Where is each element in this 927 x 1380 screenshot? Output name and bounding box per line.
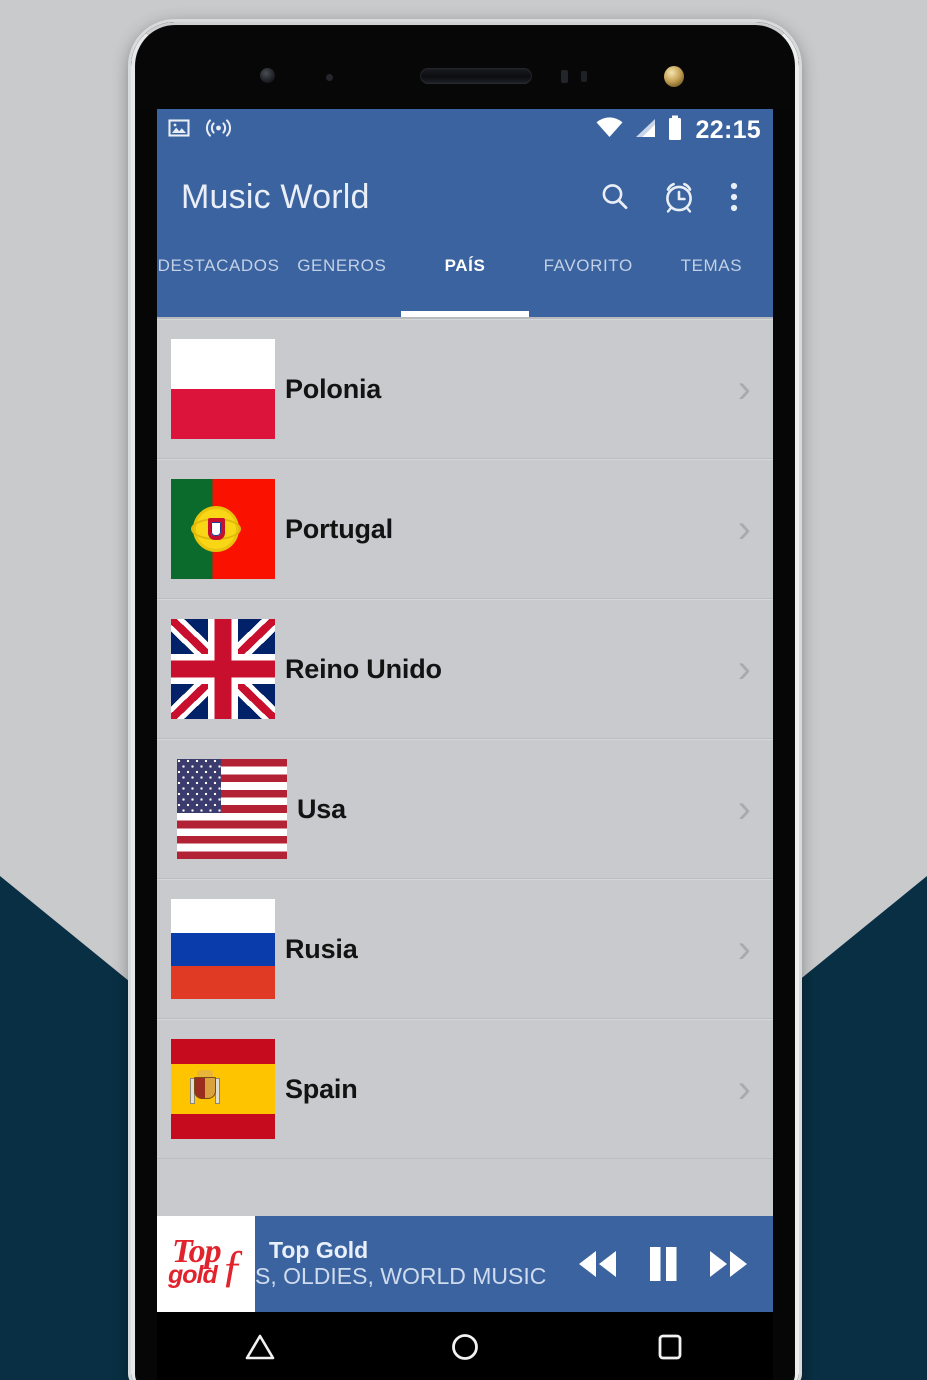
flag-portugal-icon xyxy=(171,479,275,579)
list-item[interactable]: Reino Unido › xyxy=(157,599,773,739)
country-name: Spain xyxy=(285,1073,358,1104)
signal-icon xyxy=(633,116,658,145)
player-station-title: Top Gold xyxy=(269,1236,369,1263)
status-bar-right-icons: 22:15 xyxy=(595,115,761,146)
player-bar[interactable]: Top gold ƒ Top Gold S, OLDIES, WORLD MUS… xyxy=(157,1216,773,1312)
chevron-right-icon: › xyxy=(737,507,751,551)
app-bar: Music World xyxy=(157,151,773,243)
next-button[interactable] xyxy=(703,1245,755,1283)
list-item[interactable]: Spain › xyxy=(157,1019,773,1159)
player-controls xyxy=(571,1243,773,1285)
station-logo-line2: gold xyxy=(168,1261,218,1289)
app-title: Music World xyxy=(181,177,370,216)
flag-poland-icon xyxy=(171,339,275,439)
tab-bar: DESTACADOS GENEROS PAÍS FAVORITO TEMAS xyxy=(157,243,773,317)
flag-united-kingdom-icon xyxy=(171,619,275,719)
phone-device-frame: 22:15 Music World DESTACADOS GENEROS PAÍ… xyxy=(131,22,799,1380)
flag-spain-icon xyxy=(171,1039,275,1139)
status-bar-clock: 22:15 xyxy=(695,115,761,144)
image-icon xyxy=(167,116,191,145)
flag-russia-icon xyxy=(171,899,275,999)
led-indicator-icon xyxy=(581,71,587,82)
alarm-icon[interactable] xyxy=(647,165,711,229)
status-bar: 22:15 xyxy=(157,109,773,151)
chevron-right-icon: › xyxy=(737,787,751,831)
sensor-icon xyxy=(561,70,568,83)
tab-pais[interactable]: PAÍS xyxy=(403,243,526,317)
station-logo-swash: ƒ xyxy=(221,1240,244,1291)
front-camera-icon xyxy=(664,66,684,87)
flag-usa-icon xyxy=(177,759,287,859)
chevron-right-icon: › xyxy=(737,1067,751,1111)
country-name: Portugal xyxy=(285,513,393,544)
country-name: Reino Unido xyxy=(285,653,442,684)
country-name: Usa xyxy=(297,793,346,824)
list-item[interactable]: Usa › xyxy=(157,739,773,879)
wifi-icon xyxy=(595,116,624,145)
country-list[interactable]: Polonia › Portugal › Reino Unido › Usa ›… xyxy=(157,317,773,1190)
phone-body: 22:15 Music World DESTACADOS GENEROS PAÍ… xyxy=(136,26,794,1380)
list-item[interactable]: Rusia › xyxy=(157,879,773,1019)
phone-top-bezel xyxy=(136,26,794,109)
status-bar-left-icons xyxy=(167,116,232,145)
back-button[interactable] xyxy=(205,1312,315,1380)
recents-button[interactable] xyxy=(615,1312,725,1380)
player-metadata: Top Gold S, OLDIES, WORLD MUSIC xyxy=(255,1237,571,1291)
tab-generos[interactable]: GENEROS xyxy=(280,243,403,317)
home-button[interactable] xyxy=(410,1312,520,1380)
station-logo: Top gold ƒ xyxy=(157,1216,255,1312)
chevron-right-icon: › xyxy=(737,367,751,411)
overflow-menu-icon[interactable] xyxy=(711,165,757,229)
proximity-sensor-icon xyxy=(260,68,275,83)
phone-screen: 22:15 Music World DESTACADOS GENEROS PAÍ… xyxy=(157,109,773,1312)
search-icon[interactable] xyxy=(583,165,647,229)
android-navigation-bar xyxy=(157,1312,773,1380)
battery-icon xyxy=(667,115,683,146)
pause-button[interactable] xyxy=(645,1243,681,1285)
page-root: 22:15 Music World DESTACADOS GENEROS PAÍ… xyxy=(0,0,927,1380)
tab-favorito[interactable]: FAVORITO xyxy=(527,243,650,317)
player-station-subtitle: S, OLDIES, WORLD MUSIC xyxy=(255,1263,547,1290)
tab-destacados[interactable]: DESTACADOS xyxy=(157,243,280,317)
country-name: Polonia xyxy=(285,373,382,404)
list-item[interactable]: Polonia › xyxy=(157,319,773,459)
chevron-right-icon: › xyxy=(737,927,751,971)
list-item[interactable]: Portugal › xyxy=(157,459,773,599)
chevron-right-icon: › xyxy=(737,647,751,691)
tab-temas[interactable]: TEMAS xyxy=(650,243,773,317)
light-sensor-icon xyxy=(326,74,333,81)
earpiece-speaker xyxy=(420,68,532,84)
cast-icon xyxy=(205,116,232,145)
country-name: Rusia xyxy=(285,933,358,964)
previous-button[interactable] xyxy=(571,1245,623,1283)
